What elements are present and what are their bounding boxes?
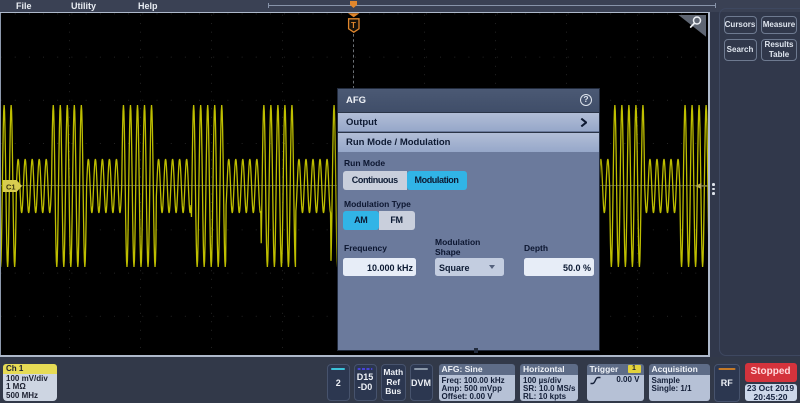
svg-text:C1: C1 — [6, 183, 16, 192]
svg-text:T: T — [351, 21, 356, 30]
